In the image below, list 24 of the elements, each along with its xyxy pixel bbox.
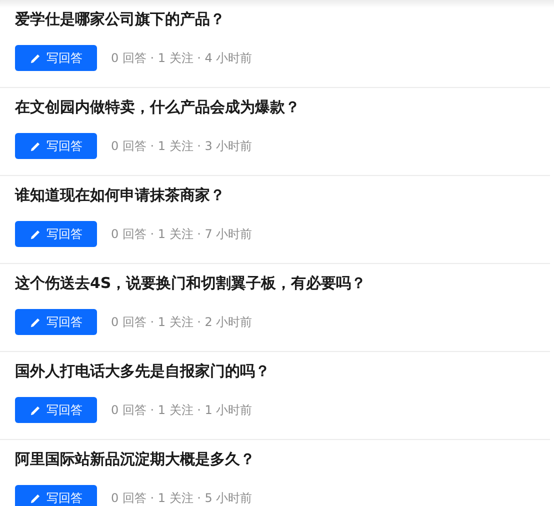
write-answer-button[interactable]: 写回答 — [15, 133, 97, 159]
write-answer-button[interactable]: 写回答 — [15, 485, 97, 506]
write-answer-button[interactable]: 写回答 — [15, 221, 97, 247]
pencil-icon — [30, 404, 40, 416]
question-title[interactable]: 爱学仕是哪家公司旗下的产品？ — [15, 8, 534, 30]
question-title[interactable]: 在文创园内做特卖，什么产品会成为爆款？ — [15, 96, 534, 118]
write-answer-button[interactable]: 写回答 — [15, 309, 97, 335]
question-title[interactable]: 谁知道现在如何申请抹茶商家？ — [15, 184, 534, 206]
pencil-icon — [30, 52, 40, 64]
question-stats: 0 回答 · 1 关注 · 4 小时前 — [111, 50, 252, 66]
question-stats: 0 回答 · 1 关注 · 2 小时前 — [111, 314, 252, 330]
pencil-icon — [30, 228, 40, 240]
question-title[interactable]: 阿里国际站新品沉淀期大概是多久？ — [15, 448, 534, 470]
pencil-icon — [30, 140, 40, 152]
question-stats: 0 回答 · 1 关注 · 5 小时前 — [111, 490, 252, 506]
question-title[interactable]: 国外人打电话大多先是自报家门的吗？ — [15, 360, 534, 382]
pencil-icon — [30, 316, 40, 328]
question-title[interactable]: 这个伤送去4S，说要换门和切割翼子板，有必要吗？ — [15, 272, 534, 294]
question-stats: 0 回答 · 1 关注 · 1 小时前 — [111, 402, 252, 418]
question-stats: 0 回答 · 1 关注 · 7 小时前 — [111, 226, 252, 242]
write-answer-button[interactable]: 写回答 — [15, 45, 97, 71]
write-answer-button[interactable]: 写回答 — [15, 397, 97, 423]
pencil-icon — [30, 492, 40, 504]
question-stats: 0 回答 · 1 关注 · 3 小时前 — [111, 138, 252, 154]
